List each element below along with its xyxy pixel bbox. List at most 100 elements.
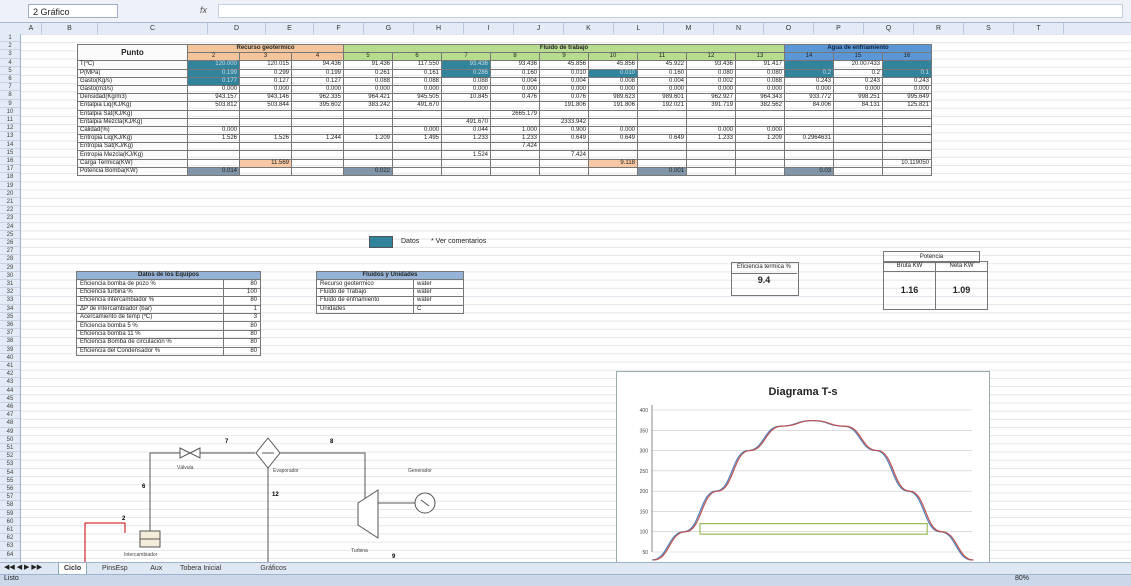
row-header[interactable]: 40 xyxy=(0,354,20,362)
param-value[interactable]: 80 xyxy=(223,296,261,306)
table-cell[interactable]: 10.845 xyxy=(441,93,491,103)
row-header[interactable]: 16 xyxy=(0,157,20,166)
param-value[interactable]: water xyxy=(413,296,464,306)
table-cell[interactable]: 0.088 xyxy=(392,76,442,86)
row-label[interactable]: Entropia Liq(KJ/Kg) xyxy=(77,134,188,144)
column-header[interactable]: M xyxy=(664,23,714,34)
row-header[interactable]: 57 xyxy=(0,493,20,502)
table-cell[interactable] xyxy=(637,158,687,168)
sheet-tab[interactable]: PinsEsp xyxy=(97,563,133,574)
zoom-level[interactable]: 80% xyxy=(1015,575,1029,582)
point-number-cell[interactable]: 9 xyxy=(539,52,589,62)
row-header[interactable]: 3 xyxy=(0,50,20,59)
table-cell[interactable] xyxy=(490,101,540,111)
column-header[interactable]: E xyxy=(266,23,314,34)
table-cell[interactable]: 1.209 xyxy=(343,134,393,144)
table-cell[interactable] xyxy=(735,158,785,168)
row-header[interactable]: 23 xyxy=(0,214,20,223)
table-cell[interactable]: 0.000 xyxy=(441,84,491,95)
row-header[interactable]: 44 xyxy=(0,387,20,395)
column-header[interactable]: N xyxy=(714,23,764,34)
table-cell[interactable]: 962.335 xyxy=(291,93,344,103)
table-cell[interactable]: 0.004 xyxy=(539,76,589,86)
point-number-cell[interactable]: 16 xyxy=(882,52,932,62)
param-label[interactable]: Eficiencia bomba 11 % xyxy=(76,329,224,340)
table-cell[interactable]: 0.160 xyxy=(490,68,540,78)
table-cell[interactable]: 0.286 xyxy=(441,68,491,78)
table-cell[interactable]: 0.127 xyxy=(291,76,344,86)
table-cell[interactable]: 0.010 xyxy=(588,68,638,78)
param-label[interactable]: ΔP de intercambiador (bar) xyxy=(76,304,224,314)
table-cell[interactable] xyxy=(686,109,736,119)
table-cell[interactable] xyxy=(539,142,589,152)
function-icon[interactable]: fx xyxy=(200,5,207,15)
main-data-table[interactable]: Punto Recurso geotermico Fluido de trabajo… xyxy=(77,43,932,177)
row-header[interactable]: 32 xyxy=(0,288,20,297)
row-header[interactable]: 50 xyxy=(0,436,20,444)
table-cell[interactable]: 0.088 xyxy=(441,76,491,86)
table-cell[interactable] xyxy=(784,60,834,70)
param-label[interactable]: Eficiencia Bomba de circulación % xyxy=(76,338,224,348)
table-cell[interactable]: 0.000 xyxy=(392,84,442,95)
table-cell[interactable]: 0.076 xyxy=(539,93,589,103)
row-header[interactable]: 9 xyxy=(0,100,20,108)
table-cell[interactable] xyxy=(291,150,344,160)
column-header[interactable]: R xyxy=(914,23,964,34)
table-cell[interactable]: 0.080 xyxy=(686,68,736,78)
row-header[interactable]: 26 xyxy=(0,239,20,248)
table-cell[interactable] xyxy=(735,142,785,152)
row-header[interactable]: 17 xyxy=(0,165,20,174)
row-header[interactable]: 18 xyxy=(0,173,20,182)
row-header[interactable]: 52 xyxy=(0,452,20,461)
table-cell[interactable]: 0.044 xyxy=(441,125,491,136)
table-cell[interactable]: 0.03 xyxy=(784,166,834,177)
point-number-cell[interactable]: 6 xyxy=(392,52,442,62)
row-header[interactable]: 48 xyxy=(0,419,20,428)
table-cell[interactable]: 0.127 xyxy=(239,76,292,86)
table-cell[interactable]: 0.000 xyxy=(637,84,687,95)
table-cell[interactable] xyxy=(392,142,442,152)
table-cell[interactable]: 93.436 xyxy=(686,60,736,70)
row-label[interactable]: Densidad(Kg/m3) xyxy=(77,93,188,103)
table-cell[interactable]: 0.008 xyxy=(588,76,638,86)
column-header[interactable]: P xyxy=(814,23,864,34)
table-cell[interactable] xyxy=(735,109,785,119)
row-label[interactable]: P(MPa) xyxy=(77,68,188,78)
table-cell[interactable]: 964.421 xyxy=(343,93,393,103)
table-cell[interactable] xyxy=(882,60,932,70)
param-value[interactable]: 3 xyxy=(223,312,261,323)
column-header[interactable]: F xyxy=(314,23,364,34)
table-cell[interactable]: 0.004 xyxy=(637,76,687,86)
point-number-cell[interactable]: 2 xyxy=(187,52,240,62)
table-cell[interactable]: 1.524 xyxy=(441,150,491,160)
table-cell[interactable]: 0.004 xyxy=(490,76,540,86)
column-header[interactable]: D xyxy=(208,23,266,34)
param-value[interactable]: C xyxy=(413,304,464,314)
table-cell[interactable] xyxy=(833,166,883,177)
row-header[interactable]: 13 xyxy=(0,132,20,141)
point-number-cell[interactable]: 14 xyxy=(784,52,834,62)
table-cell[interactable]: 0.2964631 xyxy=(784,134,834,144)
point-number-cell[interactable]: 4 xyxy=(291,52,344,62)
table-cell[interactable] xyxy=(833,150,883,160)
table-cell[interactable]: 0.649 xyxy=(637,134,687,144)
table-cell[interactable]: 20.007433 xyxy=(833,60,883,70)
row-label[interactable]: Entropia Mezcla(KJ/Kg) xyxy=(77,150,188,160)
table-cell[interactable]: 998.251 xyxy=(833,93,883,103)
table-cell[interactable]: 0.088 xyxy=(735,76,785,86)
param-value[interactable]: 80 xyxy=(223,338,261,348)
table-cell[interactable] xyxy=(291,142,344,152)
row-header[interactable]: 61 xyxy=(0,526,20,535)
table-cell[interactable]: 0.649 xyxy=(588,134,638,144)
evaporator-icon[interactable] xyxy=(255,437,281,469)
table-cell[interactable] xyxy=(490,150,540,160)
table-cell[interactable] xyxy=(441,158,491,168)
table-cell[interactable]: 120.000 xyxy=(187,60,240,70)
column-header[interactable]: S xyxy=(964,23,1014,34)
table-cell[interactable]: 0.000 xyxy=(882,84,932,95)
table-cell[interactable]: 0.000 xyxy=(187,125,240,136)
table-cell[interactable]: 995.649 xyxy=(882,93,932,103)
table-cell[interactable] xyxy=(686,166,736,177)
column-header[interactable]: I xyxy=(464,23,514,34)
table-cell[interactable]: 0.900 xyxy=(539,125,589,136)
